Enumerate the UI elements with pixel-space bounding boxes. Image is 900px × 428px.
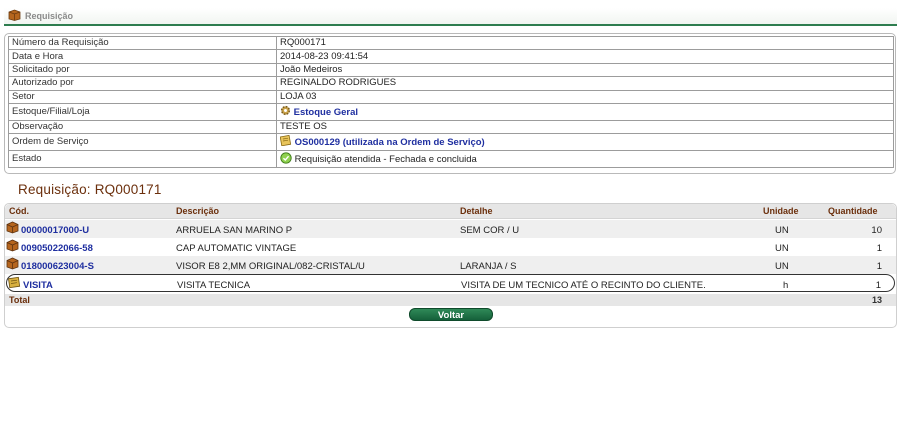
info-table: Número da Requisição RQ000171 Data e Hor… — [8, 35, 894, 169]
column-header-quantity: Quantidade — [828, 206, 878, 216]
info-value: Estoque Geral — [276, 102, 894, 121]
info-value: REGINALDO RODRIGUES — [276, 76, 894, 91]
info-value: LOJA 03 — [276, 89, 894, 104]
item-detail: SEM COR / U — [460, 225, 520, 236]
status-text: Requisição atendida - Fechada e concluid… — [294, 154, 477, 166]
table-row[interactable]: 00000017000-U ARRUELA SAN MARINO P SEM C… — [5, 220, 896, 238]
section-header: Requisição — [4, 8, 897, 26]
item-description: ARRUELA SAN MARINO P — [176, 225, 293, 236]
stock-link[interactable]: Estoque Geral — [294, 107, 358, 118]
item-unit: UN — [775, 261, 789, 272]
service-icon — [8, 276, 21, 292]
info-value: 2014-08-23 09:41:54 — [276, 49, 894, 64]
info-value: João Medeiros — [276, 62, 894, 78]
item-detail: LARANJA / S — [460, 261, 517, 272]
requisition-info-panel: Número da Requisição RQ000171 Data e Hor… — [4, 33, 896, 174]
column-header-detail: Detalhe — [460, 206, 493, 216]
info-row: Estoque/Filial/Loja Estoque Geral — [8, 102, 894, 121]
item-quantity: 1 — [875, 280, 881, 291]
items-panel: Cód. Descrição Detalhe Unidade Quantidad… — [4, 203, 897, 328]
gear-icon — [280, 105, 291, 116]
column-header-description: Descrição — [176, 206, 220, 216]
item-unit: UN — [775, 225, 789, 236]
info-value: RQ000171 — [276, 35, 894, 51]
item-code-link[interactable]: VISITA — [23, 280, 53, 291]
item-quantity: 10 — [871, 225, 882, 236]
info-row: Setor LOJA 03 — [8, 89, 894, 104]
table-row[interactable]: 018000623004-S VISOR E8 2,MM ORIGINAL/08… — [5, 256, 896, 274]
info-value: Requisição atendida - Fechada e concluid… — [276, 150, 894, 169]
info-row: Número da Requisição RQ000171 — [8, 35, 894, 51]
item-unit: UN — [775, 243, 789, 254]
info-label: Observação — [8, 119, 277, 135]
table-row[interactable]: VISITA VISITA TECNICA VISITA DE UM TECNI… — [6, 274, 895, 292]
item-unit: h — [783, 280, 789, 291]
item-code-link[interactable]: 00000017000-U — [21, 225, 89, 236]
total-label: Total — [9, 295, 30, 305]
info-row: Observação TESTE OS — [8, 119, 894, 135]
status-ok-icon — [280, 152, 292, 164]
page-title: Requisição: RQ000171 — [18, 182, 162, 197]
service-order-link[interactable]: OS000129 (utilizada na Ordem de Serviço) — [295, 137, 485, 148]
column-header-code: Cód. — [9, 206, 29, 216]
column-header-unit: Unidade — [763, 206, 799, 216]
info-value: TESTE OS — [276, 119, 894, 135]
product-box-icon — [6, 257, 19, 273]
table-header: Cód. Descrição Detalhe Unidade Quantidad… — [5, 204, 896, 219]
item-quantity: 1 — [876, 261, 882, 272]
item-code-link[interactable]: 00905022066-58 — [21, 243, 93, 254]
item-code-link[interactable]: 018000623004-S — [21, 261, 94, 272]
info-row: Solicitado por João Medeiros — [8, 62, 894, 78]
item-description: VISITA TECNICA — [177, 280, 251, 291]
info-label: Ordem de Serviço — [8, 133, 277, 152]
total-value: 13 — [871, 295, 882, 305]
info-label: Solicitado por — [8, 62, 277, 78]
item-description: VISOR E8 2,MM ORIGINAL/082-CRISTAL/U — [176, 261, 365, 272]
item-description: CAP AUTOMATIC VINTAGE — [176, 243, 297, 254]
info-row: Ordem de Serviço OS000129 (utilizada na … — [8, 133, 894, 152]
table-row[interactable]: 00905022066-58 CAP AUTOMATIC VINTAGE UN … — [5, 238, 896, 256]
item-quantity: 1 — [876, 243, 882, 254]
document-icon — [279, 135, 292, 147]
info-row: Estado Requisição atendida - Fechada e c… — [8, 150, 894, 169]
info-label: Setor — [8, 89, 277, 104]
item-detail: VISITA DE UM TECNICO ATÉ O RECINTO DO CL… — [461, 280, 706, 291]
total-row: Total 13 — [5, 294, 896, 306]
info-label: Número da Requisição — [8, 35, 277, 51]
box-icon — [8, 9, 21, 24]
info-value: OS000129 (utilizada na Ordem de Serviço) — [276, 133, 894, 152]
info-row: Autorizado por REGINALDO RODRIGUES — [8, 76, 894, 91]
back-button[interactable]: Voltar — [409, 308, 493, 321]
product-box-icon — [6, 221, 19, 237]
info-row: Data e Hora 2014-08-23 09:41:54 — [8, 49, 894, 64]
info-label: Estoque/Filial/Loja — [8, 102, 277, 121]
info-label: Estado — [8, 150, 277, 169]
product-box-icon — [6, 239, 19, 255]
info-label: Autorizado por — [8, 76, 277, 91]
info-label: Data e Hora — [8, 49, 277, 64]
section-title: Requisição — [25, 11, 74, 21]
